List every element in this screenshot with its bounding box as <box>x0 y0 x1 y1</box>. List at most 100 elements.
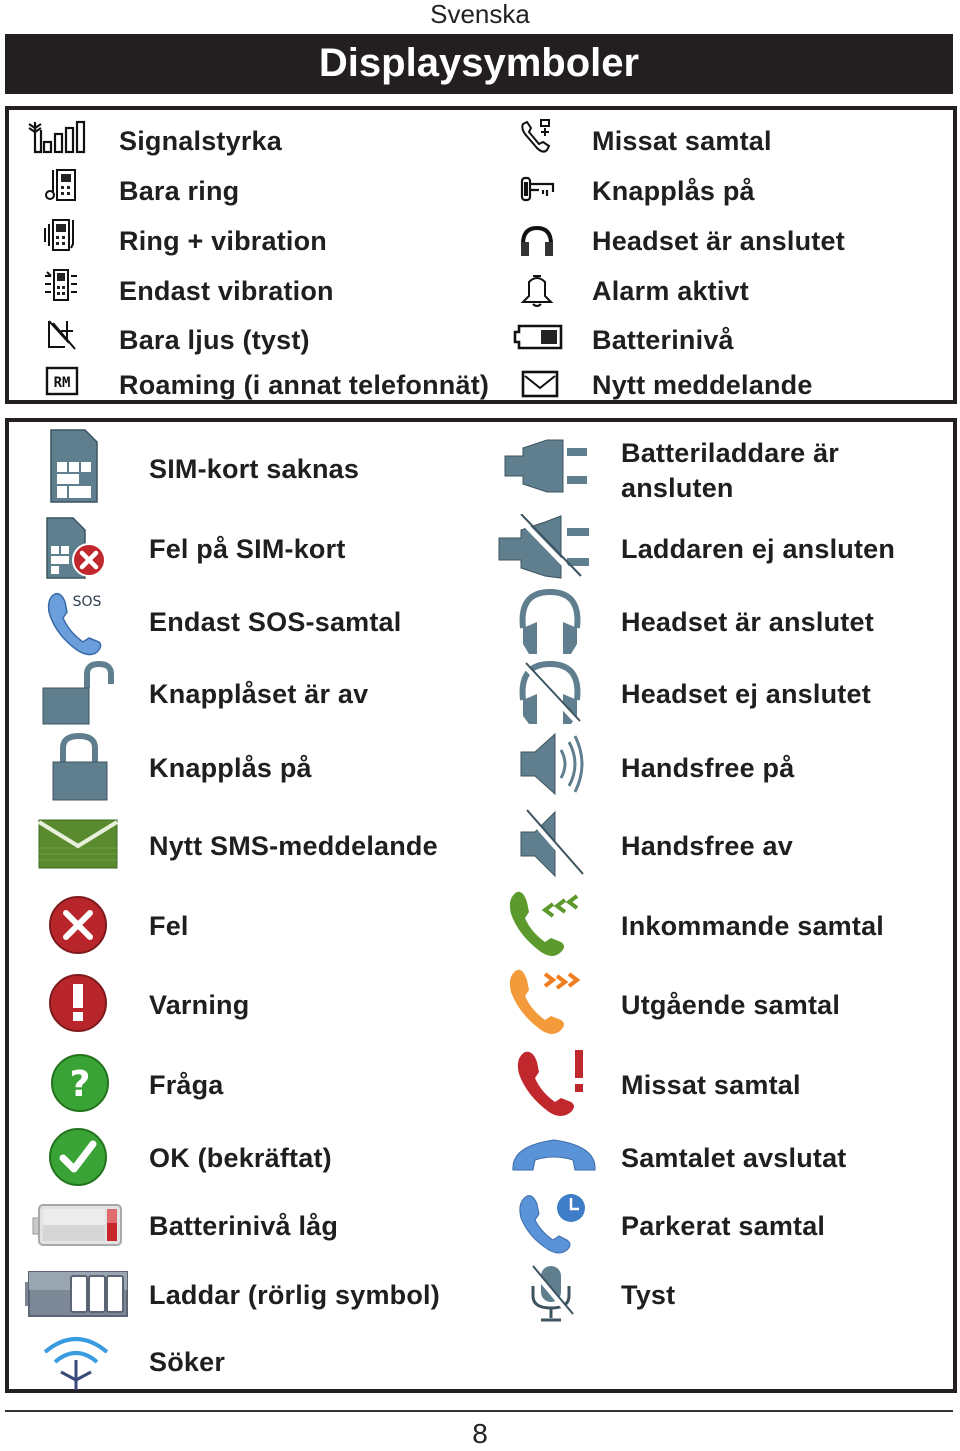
sms-envelope-icon <box>37 819 119 869</box>
svg-text:?: ? <box>70 1064 91 1105</box>
symbol-label: OK (bekräftat) <box>149 1143 332 1173</box>
signal-strength-icon <box>28 120 86 154</box>
list-item: Batterinivå låg <box>149 1211 338 1242</box>
list-item: Nytt meddelande <box>592 370 813 401</box>
headset-connected-icon <box>519 588 581 654</box>
padlock-closed-icon <box>52 732 108 801</box>
list-item: Headset är anslutet <box>621 607 874 638</box>
list-item: Utgående samtal <box>621 990 840 1021</box>
svg-text:SOS: SOS <box>73 594 102 610</box>
charger-unplugged-icon <box>498 514 589 580</box>
list-item: Varning <box>149 990 249 1021</box>
charger-plug-icon <box>504 439 587 493</box>
envelope-icon <box>521 370 559 398</box>
battery-level-icon <box>513 324 563 350</box>
display-symbols-panel: Signalstyrka Bara ring Ring + vibration … <box>5 106 957 404</box>
graphic-symbols-panel: SIM-kort saknas Fel på SIM-kort Endast S… <box>5 418 957 1393</box>
list-item: Alarm aktivt <box>592 276 749 307</box>
symbol-label: Nytt SMS-meddelande <box>149 831 438 861</box>
symbol-label: Varning <box>149 990 250 1020</box>
symbol-label: Missat samtal <box>592 126 772 156</box>
symbol-label: Batteriladdare är ansluten <box>621 438 839 503</box>
list-item: Laddar (rörlig symbol) <box>149 1280 440 1311</box>
list-item: Knapplås på <box>149 753 312 784</box>
symbol-label: Fråga <box>149 1070 224 1100</box>
symbol-label: Bara ring <box>119 176 240 206</box>
symbol-label: Utgående samtal <box>621 990 841 1020</box>
list-item: Söker <box>149 1347 225 1378</box>
symbol-label: Handsfree på <box>621 753 795 783</box>
symbol-label: Laddaren ej ansluten <box>621 534 896 564</box>
list-item: Samtalet avslutat <box>621 1143 847 1174</box>
call-ended-icon <box>512 1139 596 1171</box>
page-title: Displaysymboler <box>5 34 953 94</box>
list-item: Bara ljus (tyst) <box>119 325 310 356</box>
padlock-open-icon <box>42 660 114 725</box>
alarm-bell-icon <box>520 275 554 307</box>
symbol-label: Knapplås på <box>592 176 755 206</box>
list-item: Endast SOS-samtal <box>149 607 401 638</box>
list-item: Fel på SIM-kort <box>149 534 346 565</box>
speaker-on-icon <box>520 732 584 796</box>
list-item: Handsfree på <box>621 753 794 784</box>
symbol-label: Söker <box>149 1347 226 1377</box>
missed-call-icon <box>521 119 551 153</box>
sim-card-error-icon <box>46 517 106 579</box>
parked-call-icon <box>519 1194 585 1254</box>
outgoing-call-icon <box>509 969 581 1034</box>
symbol-label: Samtalet avslutat <box>621 1143 847 1173</box>
symbol-label: Ring + vibration <box>119 226 327 256</box>
list-item: OK (bekräftat) <box>149 1143 332 1174</box>
symbol-label: Tyst <box>621 1280 676 1310</box>
list-item: Nytt SMS-meddelande <box>149 831 438 862</box>
symbol-label: Endast SOS-samtal <box>149 607 402 637</box>
list-item: Missat samtal <box>592 126 772 157</box>
symbol-label: Fel <box>149 911 189 941</box>
symbol-label: Roaming (i annat telefonnät) <box>119 370 490 400</box>
symbol-label: Bara ljus (tyst) <box>119 325 310 355</box>
list-item: Fråga <box>149 1070 224 1101</box>
symbol-label: Headset är anslutet <box>621 607 874 637</box>
error-x-icon <box>49 896 107 954</box>
list-item: Signalstyrka <box>119 126 282 157</box>
symbol-label: Batterinivå <box>592 325 734 355</box>
list-item: Tyst <box>621 1280 675 1311</box>
sim-card-icon <box>50 429 98 503</box>
symbol-label: Headset är anslutet <box>592 226 845 256</box>
searching-antenna-icon <box>43 1337 109 1390</box>
symbol-label: Batterinivå låg <box>149 1211 339 1241</box>
missed-call-red-icon <box>517 1050 583 1116</box>
symbol-label: Endast vibration <box>119 276 334 306</box>
footer-divider <box>5 1410 953 1412</box>
symbol-label: Inkommande samtal <box>621 911 884 941</box>
speaker-off-icon <box>520 809 584 878</box>
battery-charging-icon <box>25 1271 128 1317</box>
list-item: Batterinivå <box>592 325 734 356</box>
list-item: Inkommande samtal <box>621 911 884 942</box>
battery-low-icon <box>32 1204 122 1246</box>
list-item: Knapplås på <box>592 176 755 207</box>
symbol-label: Knapplås på <box>149 753 312 783</box>
symbol-label: Handsfree av <box>621 831 793 861</box>
symbol-label: Missat samtal <box>621 1070 801 1100</box>
symbol-label: SIM-kort saknas <box>149 454 360 484</box>
headset-icon <box>521 225 553 256</box>
list-item: Batteriladdare är ansluten <box>621 436 921 506</box>
list-item: Headset ej anslutet <box>621 679 871 710</box>
list-item: Parkerat samtal <box>621 1211 825 1242</box>
list-item: Ring + vibration <box>119 226 327 257</box>
list-item: Missat samtal <box>621 1070 801 1101</box>
language-label: Svenska <box>430 0 530 29</box>
headset-disconnected-icon <box>519 660 581 724</box>
light-only-silent-icon <box>48 320 76 350</box>
list-item: Headset är anslutet <box>592 226 845 257</box>
question-icon: ? <box>51 1054 109 1112</box>
svg-text:RM: RM <box>54 375 71 391</box>
ring-vibration-icon <box>44 219 74 251</box>
warning-exclamation-icon <box>49 974 107 1032</box>
key-lock-icon <box>520 176 555 202</box>
mute-mic-icon <box>529 1265 574 1322</box>
incoming-call-icon <box>509 891 579 956</box>
list-item: Knapplåset är av <box>149 679 368 710</box>
symbol-label: Headset ej anslutet <box>621 679 871 709</box>
